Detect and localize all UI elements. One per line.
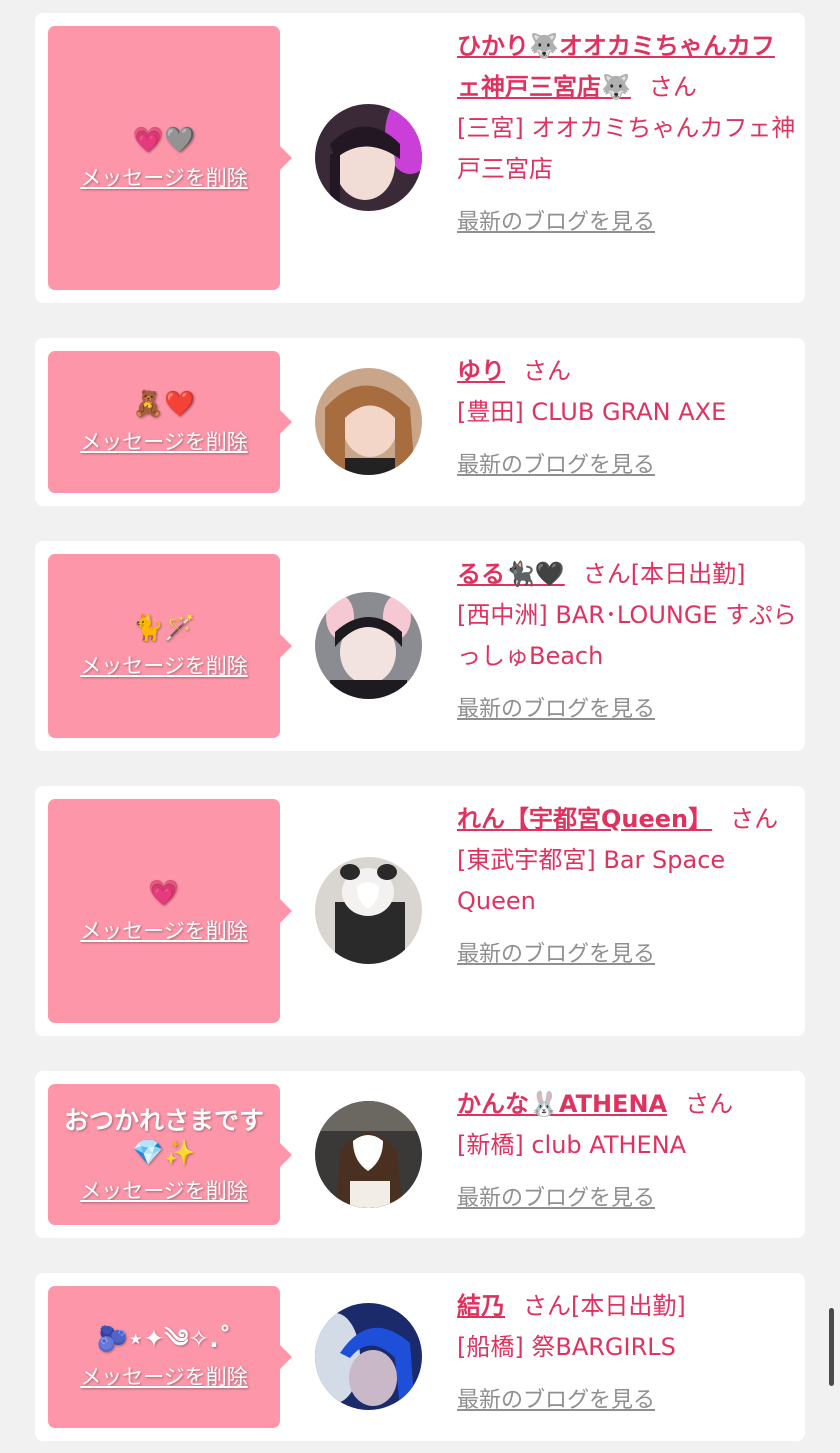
message-card: 🐈🪄 メッセージを削除 るる🐈‍⬛🖤 さん[本日出勤] [西中洲] BAR･LOU… bbox=[35, 541, 805, 751]
avatar[interactable] bbox=[315, 1303, 422, 1410]
message-card: 💗 メッセージを削除 れん【宇都宮Queen】 さん [東武宇都宮] Bar Sp… bbox=[35, 786, 805, 1036]
avatar[interactable] bbox=[315, 592, 422, 699]
avatar[interactable] bbox=[315, 857, 422, 964]
message-card: 🫐⋆✦︎༄✧︎.˚ メッセージを削除 結乃 さん[本日出勤] [船橋] 祭BARG… bbox=[35, 1273, 805, 1441]
latest-blog-link[interactable]: 最新のブログを見る bbox=[457, 1382, 655, 1414]
message-bubble: 💗 メッセージを削除 bbox=[48, 799, 292, 1023]
shop-name: [西中洲] BAR･LOUNGE すぷらっしゅBeach bbox=[457, 601, 797, 670]
latest-blog-link[interactable]: 最新のブログを見る bbox=[457, 691, 655, 723]
message-card: 🧸❤️ メッセージを削除 ゆり さん [豊田] CLUB GRAN AXE 最新の… bbox=[35, 338, 805, 506]
avatar-image bbox=[315, 592, 422, 699]
message-bubble: 🫐⋆✦︎༄✧︎.˚ メッセージを削除 bbox=[48, 1286, 292, 1428]
entry-info: れん【宇都宮Queen】 さん [東武宇都宮] Bar Space Queen 最… bbox=[457, 799, 797, 968]
delete-message-link[interactable]: メッセージを削除 bbox=[80, 650, 248, 680]
cast-name-link[interactable]: かんな🐰ATHENA bbox=[457, 1090, 667, 1118]
avatar-image bbox=[315, 1303, 422, 1410]
name-line: ゆり さん bbox=[457, 351, 797, 392]
vertical-scrollbar[interactable] bbox=[829, 1308, 834, 1386]
message-text: 🐈🪄 bbox=[132, 613, 196, 642]
avatar[interactable] bbox=[315, 104, 422, 211]
name-suffix: さん bbox=[730, 805, 779, 833]
name-line: れん【宇都宮Queen】 さん bbox=[457, 799, 797, 840]
message-text: おつかれさまです💎✨ bbox=[63, 1105, 264, 1167]
name-line: ひかり🐺オオカミちゃんカフェ神戸三宮店🐺 さん bbox=[457, 26, 797, 108]
entry-info: かんな🐰ATHENA さん [新橋] club ATHENA 最新のブログを見る bbox=[457, 1084, 797, 1212]
latest-blog-link[interactable]: 最新のブログを見る bbox=[457, 204, 655, 236]
avatar[interactable] bbox=[315, 368, 422, 475]
message-card: 💗🩶 メッセージを削除 ひかり🐺オオカミちゃんカフェ神戸三宮店🐺 さん [三宮] … bbox=[35, 13, 805, 303]
name-suffix: さん bbox=[648, 73, 697, 101]
latest-blog-link[interactable]: 最新のブログを見る bbox=[457, 1180, 655, 1212]
cast-name-link[interactable]: るる🐈‍⬛🖤 bbox=[457, 560, 565, 588]
delete-message-link[interactable]: メッセージを削除 bbox=[80, 1175, 248, 1205]
name-line: かんな🐰ATHENA さん bbox=[457, 1084, 797, 1125]
message-bubble: おつかれさまです💎✨ メッセージを削除 bbox=[48, 1084, 292, 1225]
message-text: 🫐⋆✦︎༄✧︎.˚ bbox=[96, 1324, 232, 1353]
cast-name-link[interactable]: れん【宇都宮Queen】 bbox=[457, 805, 712, 833]
message-bubble: 💗🩶 メッセージを削除 bbox=[48, 26, 292, 290]
avatar-image bbox=[315, 857, 422, 964]
entry-info: ゆり さん [豊田] CLUB GRAN AXE 最新のブログを見る bbox=[457, 351, 797, 479]
shop-name: [豊田] CLUB GRAN AXE bbox=[457, 398, 727, 426]
avatar-image bbox=[315, 1101, 422, 1208]
shop-name: [新橋] club ATHENA bbox=[457, 1131, 687, 1159]
shop-name: [三宮] オオカミちゃんカフェ神戸三宮店 bbox=[457, 114, 796, 183]
cast-name-link[interactable]: ひかり🐺オオカミちゃんカフェ神戸三宮店🐺 bbox=[457, 32, 775, 101]
latest-blog-link[interactable]: 最新のブログを見る bbox=[457, 936, 655, 968]
delete-message-link[interactable]: メッセージを削除 bbox=[80, 915, 248, 945]
name-line: るる🐈‍⬛🖤 さん[本日出勤] bbox=[457, 554, 797, 595]
message-text: 💗🩶 bbox=[132, 125, 196, 154]
delete-message-link[interactable]: メッセージを削除 bbox=[80, 1361, 248, 1391]
avatar[interactable] bbox=[315, 1101, 422, 1208]
entry-info: ひかり🐺オオカミちゃんカフェ神戸三宮店🐺 さん [三宮] オオカミちゃんカフェ神戸… bbox=[457, 26, 797, 236]
name-line: 結乃 さん[本日出勤] bbox=[457, 1286, 797, 1327]
message-text: 💗 bbox=[148, 878, 180, 907]
cast-name-link[interactable]: ゆり bbox=[457, 357, 505, 385]
avatar-image bbox=[315, 368, 422, 475]
shop-name: [東武宇都宮] Bar Space Queen bbox=[457, 846, 726, 915]
message-bubble: 🐈🪄 メッセージを削除 bbox=[48, 554, 292, 738]
latest-blog-link[interactable]: 最新のブログを見る bbox=[457, 447, 655, 479]
name-suffix: さん[本日出勤] bbox=[523, 1292, 686, 1320]
delete-message-link[interactable]: メッセージを削除 bbox=[80, 426, 248, 456]
message-bubble: 🧸❤️ メッセージを削除 bbox=[48, 351, 292, 493]
delete-message-link[interactable]: メッセージを削除 bbox=[80, 162, 248, 192]
cast-name-link[interactable]: 結乃 bbox=[457, 1292, 505, 1320]
name-suffix: さん[本日出勤] bbox=[582, 560, 746, 588]
entry-info: るる🐈‍⬛🖤 さん[本日出勤] [西中洲] BAR･LOUNGE すぷらっしゅBe… bbox=[457, 554, 797, 723]
shop-name: [船橋] 祭BARGIRLS bbox=[457, 1333, 676, 1361]
entry-info: 結乃 さん[本日出勤] [船橋] 祭BARGIRLS 最新のブログを見る bbox=[457, 1286, 797, 1414]
name-suffix: さん bbox=[685, 1090, 734, 1118]
name-suffix: さん bbox=[523, 357, 571, 385]
message-text: 🧸❤️ bbox=[132, 389, 196, 418]
message-card: おつかれさまです💎✨ メッセージを削除 かんな🐰ATHENA さん [新橋] cl… bbox=[35, 1071, 805, 1238]
avatar-image bbox=[315, 104, 422, 211]
